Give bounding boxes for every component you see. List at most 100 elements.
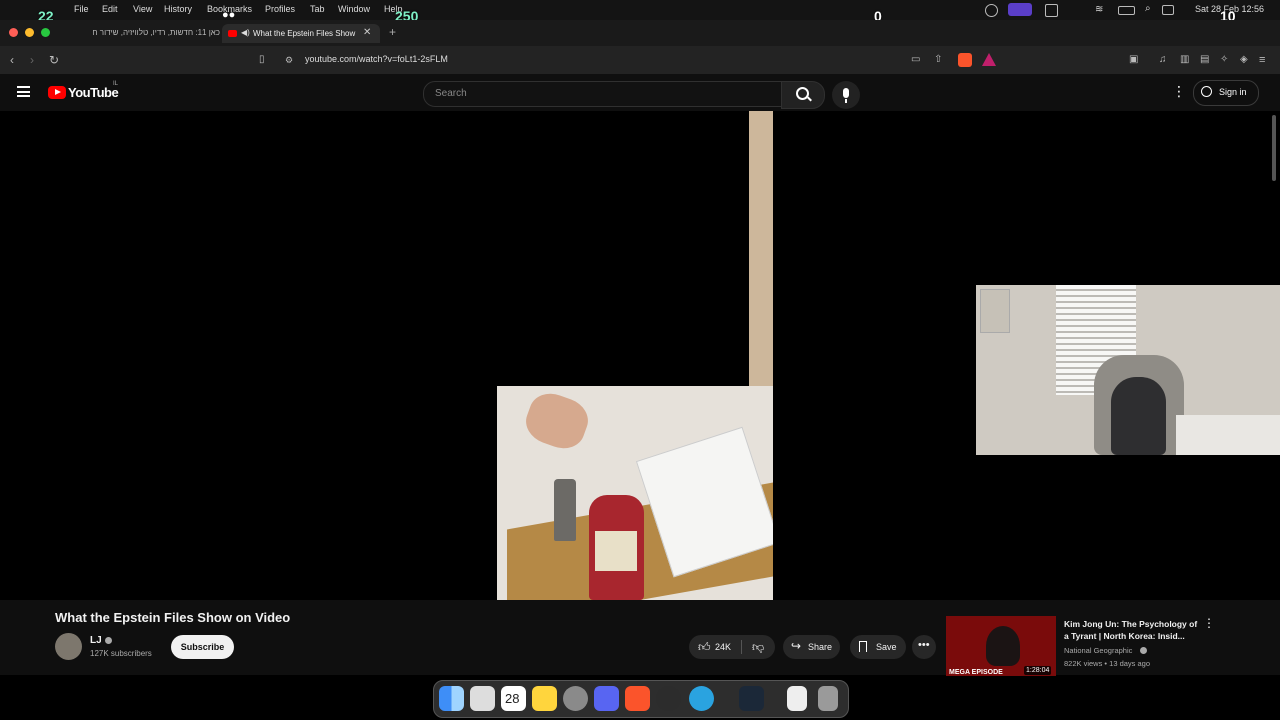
verified-icon	[1140, 647, 1147, 654]
share-label: Share	[808, 642, 833, 652]
file-icon[interactable]	[787, 686, 807, 711]
menu-history[interactable]: History	[164, 4, 192, 14]
recommended-title[interactable]: Kim Jong Un: The Psychology of a Tyrant …	[1064, 618, 1204, 642]
audio-playing-icon[interactable]: ◀)	[241, 28, 250, 37]
thumbnail-label: MEGA EPISODE	[949, 669, 1003, 676]
site-info-icon[interactable]: ⚙	[285, 53, 293, 67]
browser-menu-icon[interactable]: ≡	[1259, 53, 1265, 67]
playlist-icon[interactable]: ♫	[1159, 53, 1167, 67]
recommended-video[interactable]: MEGA EPISODE 1:28:04 Kim Jong Un: The Ps…	[946, 616, 1276, 676]
finder-icon[interactable]	[439, 686, 464, 711]
new-tab-button[interactable]: +	[389, 25, 396, 39]
like-dislike-group: 👍︎ 24K 👎︎	[689, 635, 775, 659]
notes-icon[interactable]	[532, 686, 557, 711]
media-controls-icon[interactable]: ▣	[1129, 53, 1138, 67]
menu-view[interactable]: View	[133, 4, 152, 14]
address-bar[interactable]: youtube.com/watch?v=foLt1-2sFLM	[305, 54, 448, 64]
browser-tab-strip: כאן 11: חדשות, רדיו, טלוויזיה, שידור ח ◀…	[0, 20, 1280, 46]
like-count: 24K	[715, 642, 732, 652]
save-icon	[859, 641, 867, 652]
zoom-window-button[interactable]	[41, 28, 50, 37]
thumbnail-person	[986, 626, 1020, 666]
share-icon: ↪	[791, 639, 802, 653]
menu-edit[interactable]: Edit	[102, 4, 118, 14]
screen-share-icon[interactable]	[1008, 3, 1032, 16]
pepper-grinder	[554, 479, 576, 541]
youtube-play-icon	[48, 86, 66, 99]
tab-label: כאן 11: חדשות, רדיו, טלוויזיה, שידור ח	[92, 28, 220, 37]
search-button[interactable]	[781, 81, 825, 109]
channel-name[interactable]: LJ	[90, 635, 102, 646]
minimize-window-button[interactable]	[25, 28, 34, 37]
brave-icon[interactable]	[625, 686, 650, 711]
reload-icon[interactable]: ↻	[49, 53, 59, 67]
voice-search-button[interactable]	[832, 81, 860, 109]
tab-kan11[interactable]: כאן 11: חדשות, רדיו, טלוויזיה, שידור ח	[78, 24, 224, 47]
save-button[interactable]: Save	[850, 635, 906, 659]
verified-icon	[105, 637, 112, 644]
menu-tab[interactable]: Tab	[310, 4, 325, 14]
wall-strip	[749, 111, 773, 386]
share-button[interactable]: ↪ Share	[783, 635, 840, 659]
telegram-icon[interactable]	[689, 686, 714, 711]
steam-icon[interactable]	[739, 686, 764, 711]
menu-profiles[interactable]: Profiles	[265, 4, 295, 14]
ketchup-label	[595, 531, 637, 571]
cast-icon[interactable]: ▭	[911, 53, 920, 67]
battery-icon[interactable]	[1118, 6, 1135, 15]
video-frame	[497, 111, 773, 600]
bookmark-icon[interactable]: ▯	[259, 53, 265, 67]
status-icons: ≋ ⌕	[985, 3, 1185, 17]
sidebar-icon[interactable]: ▥	[1180, 53, 1189, 67]
youtube-favicon-icon	[228, 30, 237, 37]
system-settings-icon[interactable]	[563, 686, 588, 711]
creative-cloud-icon[interactable]	[985, 4, 998, 17]
tab-youtube-video[interactable]: ◀) What the Epstein Files Show ✕	[222, 24, 380, 43]
brave-shields-icon[interactable]	[958, 53, 972, 67]
search-menubar-icon[interactable]: ⌕	[1145, 3, 1151, 14]
more-horizontal-icon: •••	[918, 639, 930, 651]
subscribe-button[interactable]: Subscribe	[171, 635, 234, 659]
share-page-icon[interactable]: ⇧	[934, 53, 942, 67]
launchpad-icon[interactable]	[470, 686, 495, 711]
tab-label: What the Epstein Files Show	[253, 29, 356, 38]
brave-rewards-icon[interactable]	[982, 53, 996, 66]
media-icon[interactable]	[1045, 4, 1058, 17]
close-tab-icon[interactable]: ✕	[363, 27, 371, 38]
hamburger-menu-icon[interactable]	[17, 86, 30, 97]
recommended-channel[interactable]: National Geographic	[1064, 646, 1132, 655]
discord-icon[interactable]	[594, 686, 619, 711]
save-label: Save	[876, 642, 897, 652]
trash-icon[interactable]	[818, 686, 838, 711]
sign-in-button[interactable]: Sign in	[1193, 80, 1259, 106]
region-code: IL	[113, 81, 119, 87]
like-button[interactable]: 👍︎ 24K	[689, 635, 739, 659]
search-input[interactable]: Search	[423, 81, 782, 107]
person	[1111, 377, 1166, 455]
calendar-icon[interactable]: 28	[501, 686, 526, 711]
youtube-wordmark: YouTube	[68, 85, 119, 100]
forward-icon[interactable]: ›	[30, 53, 34, 67]
page-scrollbar[interactable]	[1272, 115, 1276, 181]
menu-file[interactable]: File	[74, 4, 89, 14]
recommended-thumbnail[interactable]: MEGA EPISODE 1:28:04	[946, 616, 1056, 676]
wifi-icon[interactable]: ≋	[1095, 4, 1103, 15]
menu-window[interactable]: Window	[338, 4, 370, 14]
safari-icon[interactable]	[656, 686, 681, 711]
channel-avatar[interactable]	[55, 633, 82, 660]
youtube-header: YouTube IL Search ⋮ Sign in	[0, 74, 1280, 111]
search-placeholder: Search	[435, 88, 467, 99]
recommended-menu-icon[interactable]: ⋮	[1203, 616, 1215, 630]
video-title: What the Epstein Files Show on Video	[55, 610, 291, 625]
account-icon	[1201, 86, 1212, 97]
dislike-button[interactable]: 👎︎	[745, 635, 775, 659]
webcam-overlay	[976, 285, 1280, 455]
leo-ai-icon[interactable]: ✧	[1220, 53, 1228, 67]
back-icon[interactable]: ‹	[10, 53, 14, 67]
more-actions-button[interactable]: •••	[912, 635, 936, 659]
wallet-icon[interactable]: ▤	[1200, 53, 1209, 67]
close-window-button[interactable]	[9, 28, 18, 37]
more-options-icon[interactable]: ⋮	[1172, 84, 1186, 98]
control-center-icon[interactable]	[1162, 5, 1174, 15]
vpn-icon[interactable]: ◈	[1240, 53, 1248, 67]
